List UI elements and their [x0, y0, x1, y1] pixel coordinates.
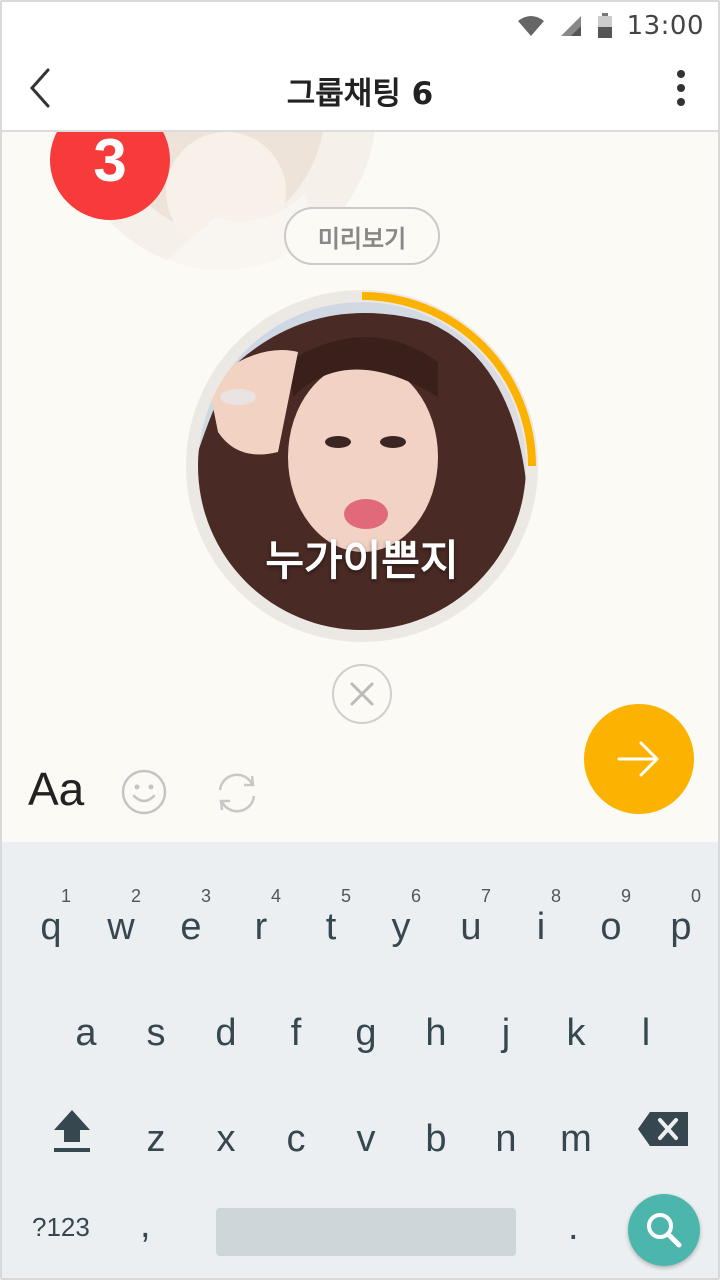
key-label: i [536, 906, 546, 948]
key-hint: 0 [690, 886, 701, 906]
symbols-key[interactable]: ?123 [32, 1212, 90, 1243]
photo-composer: 3 미리보기 누가이쁜지 Aa [2, 132, 718, 842]
key-label: l [641, 1012, 651, 1054]
key-hint: 4 [270, 886, 281, 906]
key-label: h [425, 1012, 447, 1054]
soft-keyboard: 1q2w3e4r5t6y7u8i9o0p asdfghjkl zxcvbnm ?… [2, 842, 718, 1278]
key-b[interactable]: b [406, 1096, 466, 1176]
key-label: k [566, 1012, 586, 1054]
key-hint: 3 [200, 886, 211, 906]
photo-caption: 누가이쁜지 [265, 536, 459, 585]
key-label: t [325, 906, 337, 948]
emoji-icon[interactable] [120, 768, 168, 816]
key-label: g [355, 1012, 377, 1054]
key-e[interactable]: 3e [161, 884, 221, 964]
more-vertical-icon[interactable] [666, 68, 696, 108]
key-i[interactable]: 8i [511, 884, 571, 964]
status-bar: 13:00 [2, 2, 718, 50]
key-label: f [290, 1012, 302, 1054]
arrow-right-icon [617, 741, 659, 777]
font-style-button[interactable]: Aa [28, 762, 84, 816]
key-f[interactable]: f [266, 990, 326, 1070]
key-label: z [146, 1118, 166, 1160]
selected-photo: 누가이쁜지 [198, 302, 526, 630]
key-label: e [180, 906, 202, 948]
space-key[interactable] [216, 1208, 516, 1256]
app-frame: 13:00 그룹채팅 6 3 미리보기 누가이쁜지 Aa 1 q 2 w 3 e… [0, 0, 720, 1280]
key-hint: 2 [130, 886, 141, 906]
key-s[interactable]: s [126, 990, 186, 1070]
key-label: w [107, 906, 135, 948]
key-g[interactable]: g [336, 990, 396, 1070]
key-r[interactable]: 4r [231, 884, 291, 964]
key-label: a [75, 1012, 97, 1054]
key-label: u [460, 906, 482, 948]
key-label: x [216, 1118, 236, 1160]
app-header: 그룹채팅 6 [2, 50, 718, 132]
key-hint: 5 [340, 886, 351, 906]
battery-icon [597, 13, 612, 38]
key-o[interactable]: 9o [581, 884, 641, 964]
key-label: s [146, 1012, 166, 1054]
key-label: m [560, 1118, 592, 1160]
key-m[interactable]: m [546, 1096, 606, 1176]
signal-icon [560, 16, 581, 36]
clock: 13:00 [626, 11, 704, 41]
key-hint: 1 [60, 886, 71, 906]
key-y[interactable]: 6y [371, 884, 431, 964]
key-w[interactable]: 2w [91, 884, 151, 964]
key-hint: 9 [620, 886, 631, 906]
search-icon [647, 1213, 682, 1248]
key-label: r [254, 906, 268, 948]
photo-preview[interactable]: 누가이쁜지 [186, 290, 538, 642]
shift-icon[interactable] [50, 1104, 94, 1154]
key-label: y [391, 906, 411, 948]
key-c[interactable]: c [266, 1096, 326, 1176]
key-label: d [215, 1012, 237, 1054]
key-j[interactable]: j [476, 990, 536, 1070]
key-h[interactable]: h [406, 990, 466, 1070]
key-a[interactable]: a [56, 990, 116, 1070]
comma-key[interactable]: , [140, 1204, 151, 1247]
key-label: n [495, 1118, 517, 1160]
key-label: b [425, 1118, 447, 1160]
chat-title: 그룹채팅 6 [286, 76, 434, 112]
send-button[interactable] [584, 704, 694, 814]
key-l[interactable]: l [616, 990, 676, 1070]
key-label: c [286, 1118, 306, 1160]
key-label: j [501, 1012, 511, 1054]
rotate-icon[interactable] [212, 768, 262, 818]
wifi-icon [517, 16, 544, 36]
key-n[interactable]: n [476, 1096, 536, 1176]
key-p[interactable]: 0p [651, 884, 711, 964]
backspace-icon[interactable] [636, 1110, 690, 1148]
key-z[interactable]: z [126, 1096, 186, 1176]
period-key[interactable]: . [568, 1206, 579, 1249]
key-hint: 8 [550, 886, 561, 906]
key-q[interactable]: 1q [21, 884, 81, 964]
key-v[interactable]: v [336, 1096, 396, 1176]
preview-button[interactable]: 미리보기 [284, 207, 440, 265]
remove-photo-button[interactable] [332, 664, 392, 724]
key-label: o [600, 906, 622, 948]
key-k[interactable]: k [546, 990, 606, 1070]
key-label: p [670, 906, 692, 948]
key-x[interactable]: x [196, 1096, 256, 1176]
close-icon [350, 682, 374, 706]
key-hint: 7 [480, 886, 491, 906]
key-label: v [356, 1118, 376, 1160]
key-t[interactable]: 5t [301, 884, 361, 964]
key-u[interactable]: 7u [441, 884, 501, 964]
key-d[interactable]: d [196, 990, 256, 1070]
key-hint: 6 [410, 886, 421, 906]
key-label: q [40, 906, 62, 948]
search-key[interactable] [628, 1194, 700, 1266]
